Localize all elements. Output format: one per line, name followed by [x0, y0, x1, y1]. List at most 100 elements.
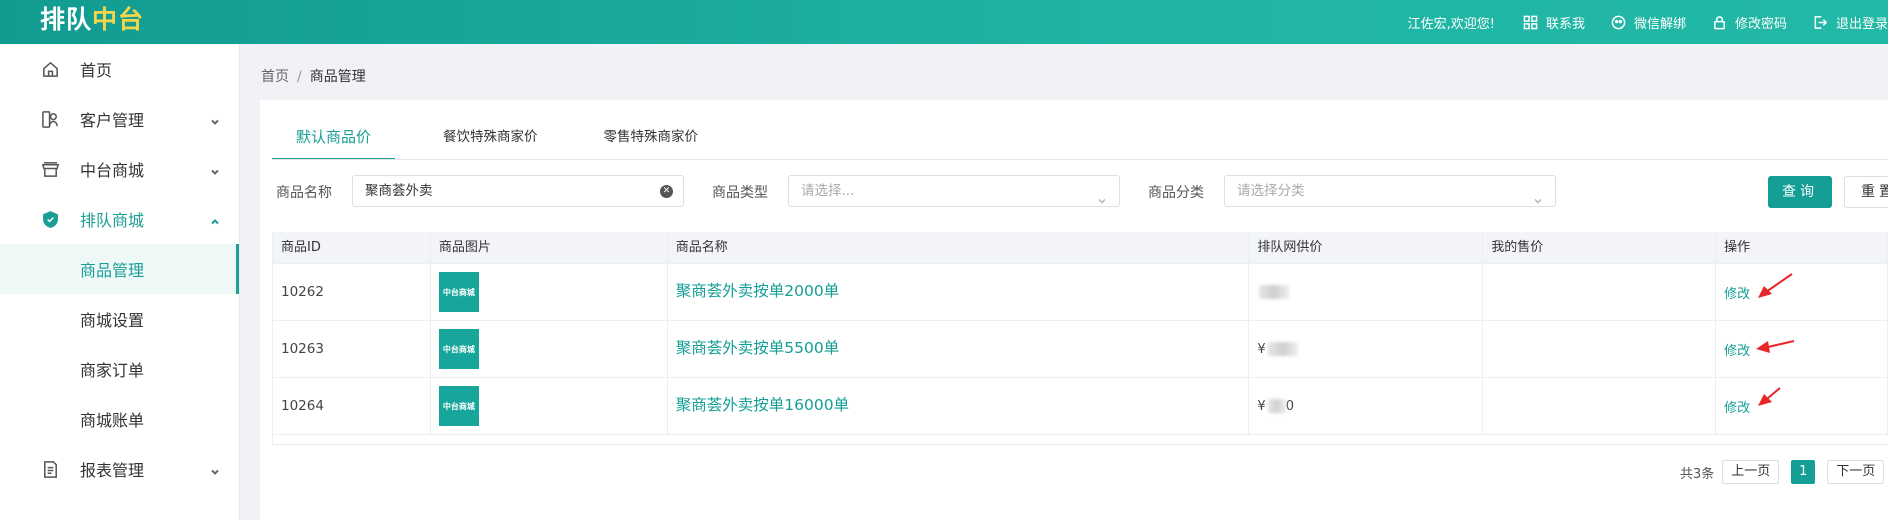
sidebar-subitem-merchant-orders[interactable]: 商家订单	[0, 344, 239, 394]
logout-label: 退出登录	[1835, 16, 1888, 32]
action-cell: 修改	[1716, 264, 1888, 320]
sidebar-subitem-label: 商城设置	[80, 311, 145, 330]
logo-text: 排队	[40, 5, 93, 34]
table-row: 10263 中台商城 聚商荟外卖按单5500单 ¥ 修改	[273, 321, 1888, 378]
logo[interactable]: 排队中台	[40, 5, 144, 35]
chevron-down-icon	[211, 119, 219, 125]
next-page-button[interactable]: 下一页	[1827, 460, 1885, 484]
my-price-cell	[1483, 378, 1717, 434]
column-header-my-price[interactable]: 我的售价	[1483, 232, 1717, 263]
column-header-image[interactable]: 商品图片	[431, 232, 668, 263]
supply-price-cell	[1249, 264, 1484, 320]
reset-button[interactable]: 重置	[1844, 176, 1888, 208]
annotation-arrow	[1758, 273, 1793, 298]
action-cell: 修改	[1716, 321, 1888, 377]
sidebar-item-mall[interactable]: 中台商城	[0, 144, 239, 194]
my-price-cell	[1483, 321, 1717, 377]
annotation-arrow	[1756, 340, 1795, 353]
sidebar-subitem-mall-bills[interactable]: 商城账单	[0, 394, 239, 444]
column-header-id[interactable]: 商品ID	[273, 232, 431, 263]
tab-default-price[interactable]: 默认商品价	[272, 122, 396, 160]
product-name-input[interactable]: 聚商荟外卖 ✕	[352, 175, 684, 207]
action-cell: 修改	[1716, 378, 1888, 434]
product-name-cell: 聚商荟外卖按单16000单	[668, 378, 1250, 434]
sidebar-item-home[interactable]: 首页	[0, 44, 239, 94]
pagination: 共3条 上一页 1 下一页	[1680, 460, 1888, 484]
shield-icon	[42, 210, 58, 228]
page-number-button[interactable]: 1	[1791, 460, 1816, 484]
edit-link[interactable]: 修改	[1724, 340, 1750, 359]
product-thumbnail[interactable]: 中台商城	[438, 386, 479, 426]
price-tabs: 默认商品价 餐饮特殊商家价 零售特殊商家价	[272, 122, 722, 160]
tab-retail-price[interactable]: 零售特殊商家价	[580, 122, 723, 160]
product-image-cell: 中台商城	[431, 378, 668, 434]
product-name-link[interactable]: 聚商荟外卖按单5500单	[676, 336, 839, 358]
product-thumbnail[interactable]: 中台商城	[438, 329, 479, 369]
greeting-text: 江佐宏,欢迎您!	[1407, 16, 1495, 32]
product-image-cell: 中台商城	[431, 321, 668, 377]
column-header-supply-price[interactable]: 排队网供价	[1249, 232, 1484, 263]
sidebar-subitem-label: 商家订单	[80, 361, 145, 380]
contact-me-label: 联系我	[1545, 16, 1585, 32]
product-name-link[interactable]: 聚商荟外卖按单2000单	[676, 279, 839, 301]
header-actions: 江佐宏,欢迎您! 联系我 微信解绑 修改密码 退出登录	[1408, 0, 1888, 44]
sidebar-subitem-product-management[interactable]: 商品管理	[0, 244, 239, 294]
product-category-select[interactable]: 请选择分类	[1224, 175, 1556, 207]
change-password-link[interactable]: 修改密码	[1712, 13, 1787, 32]
users-icon	[41, 110, 58, 128]
chevron-down-icon	[211, 469, 219, 475]
breadcrumb-current: 商品管理	[309, 69, 366, 85]
supply-price-cell: ¥	[1249, 321, 1484, 377]
column-header-name[interactable]: 商品名称	[668, 232, 1250, 263]
product-category-placeholder: 请选择分类	[1237, 183, 1305, 199]
sidebar-item-queue-mall[interactable]: 排队商城	[0, 194, 239, 244]
wechat-unbind-label: 微信解绑	[1633, 16, 1686, 32]
pagination-total: 共3条	[1680, 466, 1715, 482]
edit-link[interactable]: 修改	[1724, 283, 1750, 302]
table-footer-space	[273, 435, 1888, 445]
supply-price-text: ¥	[1257, 341, 1266, 357]
annotation-arrow	[1758, 387, 1781, 406]
blurred-price	[1267, 342, 1298, 356]
supply-price-text: ¥	[1257, 398, 1266, 414]
column-header-action[interactable]: 操作	[1716, 232, 1888, 263]
logout-icon	[1814, 15, 1828, 29]
report-icon	[43, 460, 57, 478]
supply-price-cell: ¥0	[1249, 378, 1484, 434]
logout-link[interactable]: 退出登录	[1813, 13, 1888, 32]
tab-catering-price[interactable]: 餐饮特殊商家价	[419, 122, 562, 160]
prev-page-button[interactable]: 上一页	[1722, 460, 1780, 484]
product-type-label: 商品类型	[712, 185, 768, 201]
clear-icon[interactable]: ✕	[660, 185, 673, 198]
top-header: 排队中台 江佐宏,欢迎您! 联系我 微信解绑 修改密码 退出登录	[0, 0, 1888, 44]
product-id-cell: 10264	[273, 378, 431, 434]
sidebar-subitem-label: 商品管理	[80, 261, 145, 280]
chevron-down-icon	[1534, 198, 1542, 204]
breadcrumb: 首页 / 商品管理	[261, 66, 366, 86]
edit-link[interactable]: 修改	[1724, 397, 1750, 416]
product-thumbnail[interactable]: 中台商城	[438, 272, 479, 312]
wechat-icon	[1611, 15, 1626, 29]
sidebar-subitem-mall-settings[interactable]: 商城设置	[0, 294, 239, 344]
product-name-link[interactable]: 聚商荟外卖按单16000单	[676, 393, 849, 415]
blurred-price	[1259, 285, 1290, 299]
query-button[interactable]: 查询	[1768, 176, 1832, 208]
sidebar-item-label: 首页	[80, 61, 113, 80]
breadcrumb-home[interactable]: 首页	[261, 69, 289, 85]
table-header: 商品ID 商品图片 商品名称 排队网供价 我的售价 操作	[273, 232, 1888, 264]
wechat-unbind-link[interactable]: 微信解绑	[1611, 13, 1686, 32]
sidebar-item-reports[interactable]: 报表管理	[0, 444, 239, 494]
products-table: 商品ID 商品图片 商品名称 排队网供价 我的售价 操作 10262 中台商城 …	[272, 232, 1888, 445]
product-type-select[interactable]: 请选择...	[788, 175, 1120, 207]
change-password-label: 修改密码	[1734, 16, 1787, 32]
product-type-placeholder: 请选择...	[801, 183, 855, 199]
sidebar-item-customers[interactable]: 客户管理	[0, 94, 239, 144]
contact-me-link[interactable]: 联系我	[1523, 13, 1585, 32]
product-name-value: 聚商荟外卖	[365, 183, 433, 199]
chevron-down-icon	[211, 169, 219, 175]
breadcrumb-separator: /	[297, 69, 302, 85]
product-category-label: 商品分类	[1148, 185, 1204, 201]
blurred-price	[1267, 399, 1286, 413]
sidebar-item-label: 排队商城	[80, 211, 145, 230]
sidebar-item-label: 中台商城	[80, 161, 145, 180]
